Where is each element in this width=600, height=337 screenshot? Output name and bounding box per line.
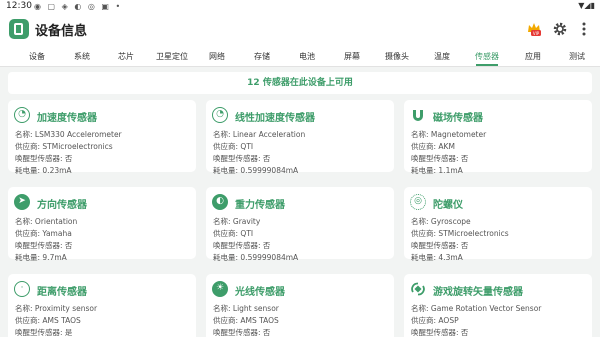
speedometer-icon: ◔ bbox=[14, 107, 30, 123]
tab-chip[interactable]: 芯片 bbox=[101, 51, 151, 62]
globe-icon: ◐ bbox=[212, 194, 228, 210]
sensor-title: 陀螺仪 bbox=[433, 200, 463, 211]
sensor-card-magnetometer[interactable]: 磁场传感器 名称: Magnetometer 供应商: AKM 唤醒型传感器: … bbox=[404, 100, 592, 175]
sensor-name: 名称: Light sensor bbox=[213, 304, 279, 313]
svg-text:VIP: VIP bbox=[533, 31, 540, 36]
sensor-title: 方向传感器 bbox=[37, 200, 87, 211]
magnet-icon bbox=[413, 110, 423, 121]
sensor-wakeup: 唤醒型传感器: 否 bbox=[411, 154, 469, 163]
tab-bar: 设备 系统 芯片 卫星定位 网络 存储 电池 屏幕 摄像头 温度 传感器 应用 … bbox=[0, 45, 600, 67]
active-tab-indicator bbox=[476, 64, 498, 66]
sensor-card-linear-acceleration[interactable]: ◔ 线性加速度传感器 名称: Linear Acceleration 供应商: … bbox=[206, 100, 394, 175]
sensor-card-orientation[interactable]: ➤ 方向传感器 名称: Orientation 供应商: Yamaha 唤醒型传… bbox=[8, 187, 196, 262]
sensor-power: 耗电量: 4.3mA bbox=[411, 253, 463, 262]
status-time: 12:30 bbox=[6, 1, 32, 11]
app-title: 设备信息 bbox=[35, 24, 88, 39]
speedometer-icon: ◔ bbox=[212, 107, 228, 123]
sensor-name: 名称: Magnetometer bbox=[411, 130, 487, 139]
app-bar: 设备信息 VIP bbox=[0, 14, 600, 45]
sensor-power: 耗电量: 9.7mA bbox=[15, 253, 67, 262]
status-signal-battery-icons: ▼◢▮ bbox=[578, 1, 595, 10]
sensor-title: 线性加速度传感器 bbox=[235, 113, 315, 124]
tab-screen[interactable]: 屏幕 bbox=[327, 51, 377, 62]
sensor-vendor: 供应商: QTI bbox=[213, 142, 254, 151]
sensor-power: 耗电量: 0.59999084mA bbox=[213, 166, 299, 175]
sensor-card-game-rotation[interactable]: 游戏旋转矢量传感器 名称: Game Rotation Vector Senso… bbox=[404, 274, 592, 337]
sensor-title: 光线传感器 bbox=[235, 287, 285, 298]
sensor-vendor: 供应商: AMS TAOS bbox=[15, 316, 81, 325]
sensor-card-accelerometer[interactable]: ◔ 加速度传感器 名称: LSM330 Accelerometer 供应商: S… bbox=[8, 100, 196, 175]
sensor-name: 名称: Orientation bbox=[15, 217, 78, 226]
sensor-wakeup: 唤醒型传感器: 否 bbox=[411, 328, 469, 337]
tab-battery[interactable]: 电池 bbox=[282, 51, 332, 62]
sensor-vendor: 供应商: AKM bbox=[411, 142, 455, 151]
sensor-vendor: 供应商: AOSP bbox=[411, 316, 459, 325]
sensor-wakeup: 唤醒型传感器: 否 bbox=[411, 241, 469, 250]
sensor-power: 耗电量: 0.23mA bbox=[15, 166, 72, 175]
sensor-card-gyroscope[interactable]: ◎ 陀螺仪 名称: Gyroscope 供应商: STMicroelectron… bbox=[404, 187, 592, 262]
sensor-wakeup: 唤醒型传感器: 否 bbox=[213, 241, 271, 250]
sensor-vendor: 供应商: QTI bbox=[213, 229, 254, 238]
sensor-name: 名称: Game Rotation Vector Sensor bbox=[411, 304, 542, 313]
sensor-wakeup: 唤醒型传感器: 是 bbox=[15, 328, 73, 337]
sensor-title: 磁场传感器 bbox=[433, 113, 483, 124]
sensor-power: 耗电量: 0.59999084mA bbox=[213, 253, 299, 262]
sensor-wakeup: 唤醒型传感器: 否 bbox=[15, 154, 73, 163]
sensor-title: 距离传感器 bbox=[37, 287, 87, 298]
tab-network[interactable]: 网络 bbox=[192, 51, 242, 62]
compass-icon: ➤ bbox=[14, 194, 30, 210]
proximity-icon: · bbox=[14, 281, 30, 297]
app-logo-icon bbox=[9, 19, 29, 39]
tab-sensors[interactable]: 传感器 bbox=[462, 51, 512, 62]
sensor-name: 名称: Gyroscope bbox=[411, 217, 471, 226]
tab-storage[interactable]: 存储 bbox=[237, 51, 287, 62]
sensor-card-proximity[interactable]: · 距离传感器 名称: Proximity sensor 供应商: AMS TA… bbox=[8, 274, 196, 337]
sensor-title: 加速度传感器 bbox=[37, 113, 97, 124]
sensor-wakeup: 唤醒型传感器: 否 bbox=[213, 328, 271, 337]
sensor-card-light[interactable]: ☀ 光线传感器 名称: Light sensor 供应商: AMS TAOS 唤… bbox=[206, 274, 394, 337]
vip-crown-icon[interactable]: VIP bbox=[526, 21, 542, 37]
sensor-name: 名称: Proximity sensor bbox=[15, 304, 98, 313]
sensor-card-gravity[interactable]: ◐ 重力传感器 名称: Gravity 供应商: QTI 唤醒型传感器: 否 耗… bbox=[206, 187, 394, 262]
tab-temperature[interactable]: 温度 bbox=[417, 51, 467, 62]
sensor-wakeup: 唤醒型传感器: 否 bbox=[213, 154, 271, 163]
tab-apps[interactable]: 应用 bbox=[508, 51, 558, 62]
sensor-name: 名称: Linear Acceleration bbox=[213, 130, 306, 139]
sensor-count-banner: 12 传感器在此设备上可用 bbox=[8, 72, 592, 94]
more-vertical-icon[interactable] bbox=[576, 21, 592, 37]
gear-icon[interactable] bbox=[552, 21, 568, 37]
gyroscope-icon: ◎ bbox=[410, 194, 426, 210]
tab-system[interactable]: 系统 bbox=[57, 51, 107, 62]
tab-device[interactable]: 设备 bbox=[12, 51, 62, 62]
sensor-title: 重力传感器 bbox=[235, 200, 285, 211]
sensor-name: 名称: Gravity bbox=[213, 217, 261, 226]
status-notification-icons: ◉ ▢ ◈ ◐ ◎ ▣ • bbox=[34, 2, 123, 11]
tab-test[interactable]: 测试 bbox=[552, 51, 600, 62]
sensor-vendor: 供应商: AMS TAOS bbox=[213, 316, 279, 325]
rotation-icon bbox=[411, 282, 425, 296]
sensor-vendor: 供应商: STMicroelectronics bbox=[411, 229, 509, 238]
sensor-title: 游戏旋转矢量传感器 bbox=[433, 287, 523, 298]
sensor-power: 耗电量: 1.1mA bbox=[411, 166, 463, 175]
tab-camera[interactable]: 摄像头 bbox=[372, 51, 422, 62]
sensor-vendor: 供应商: Yamaha bbox=[15, 229, 72, 238]
status-bar: 12:30 ◉ ▢ ◈ ◐ ◎ ▣ • ▼◢▮ bbox=[0, 0, 600, 14]
sensor-vendor: 供应商: STMicroelectronics bbox=[15, 142, 113, 151]
sensor-name: 名称: LSM330 Accelerometer bbox=[15, 130, 122, 139]
light-bulb-icon: ☀ bbox=[212, 281, 228, 297]
tab-satellite[interactable]: 卫星定位 bbox=[147, 51, 197, 62]
sensor-wakeup: 唤醒型传感器: 否 bbox=[15, 241, 73, 250]
